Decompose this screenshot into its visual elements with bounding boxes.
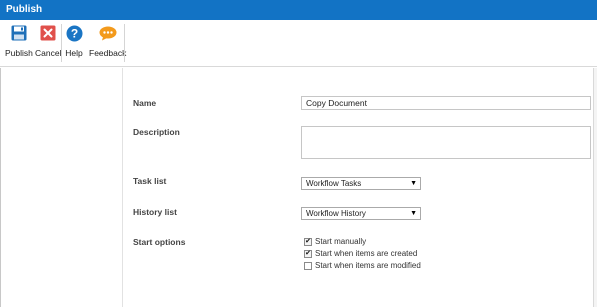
close-icon: [39, 24, 57, 42]
description-label: Description: [133, 127, 180, 137]
publish-label: Publish: [5, 48, 33, 58]
feedback-label: Feedback: [89, 48, 127, 58]
help-label: Help: [65, 48, 83, 58]
ribbon-separator: [61, 24, 62, 62]
feedback-button[interactable]: Feedback: [89, 24, 126, 58]
start-on-create-checkbox[interactable]: ✔ Start when items are created: [304, 249, 417, 258]
name-input[interactable]: Copy Document: [301, 96, 591, 110]
start-manually-checkbox[interactable]: ✔ Start manually: [304, 237, 366, 246]
start-on-create-label: Start when items are created: [315, 249, 418, 258]
start-on-modify-label: Start when items are modified: [315, 261, 421, 270]
history-list-value: Workflow History: [306, 209, 366, 218]
left-panel: [0, 68, 123, 307]
checkbox-checked-icon[interactable]: ✔: [304, 237, 312, 246]
name-label: Name: [133, 98, 157, 108]
window-title: Publish: [0, 0, 597, 20]
svg-text:?: ?: [70, 26, 77, 40]
right-scroll-edge[interactable]: [593, 68, 597, 307]
checkbox-unchecked-icon[interactable]: [304, 261, 312, 270]
help-button[interactable]: ? Help: [65, 24, 83, 58]
history-list-select[interactable]: Workflow History ▼: [301, 207, 421, 220]
cancel-label: Cancel: [35, 48, 62, 58]
start-manually-label: Start manually: [315, 237, 367, 246]
start-on-modify-checkbox[interactable]: Start when items are modified: [304, 261, 421, 270]
chevron-down-icon: ▼: [410, 180, 417, 187]
cancel-button[interactable]: Cancel: [35, 24, 61, 58]
task-list-label: Task list: [133, 176, 167, 186]
checkbox-checked-icon[interactable]: ✔: [304, 249, 312, 258]
save-icon: [10, 24, 28, 42]
help-icon: ?: [65, 24, 83, 42]
task-list-value: Workflow Tasks: [306, 179, 362, 188]
ribbon-separator: [124, 24, 125, 62]
description-textarea[interactable]: [301, 126, 591, 159]
start-options-label: Start options: [133, 237, 186, 247]
publish-button[interactable]: Publish: [5, 24, 33, 58]
chevron-down-icon: ▼: [410, 210, 417, 217]
history-list-label: History list: [133, 207, 177, 217]
feedback-icon: [99, 24, 117, 42]
left-border: [0, 68, 2, 307]
ribbon-toolbar: Publish Cancel ? Help Feedback: [0, 20, 597, 67]
task-list-select[interactable]: Workflow Tasks ▼: [301, 177, 421, 190]
